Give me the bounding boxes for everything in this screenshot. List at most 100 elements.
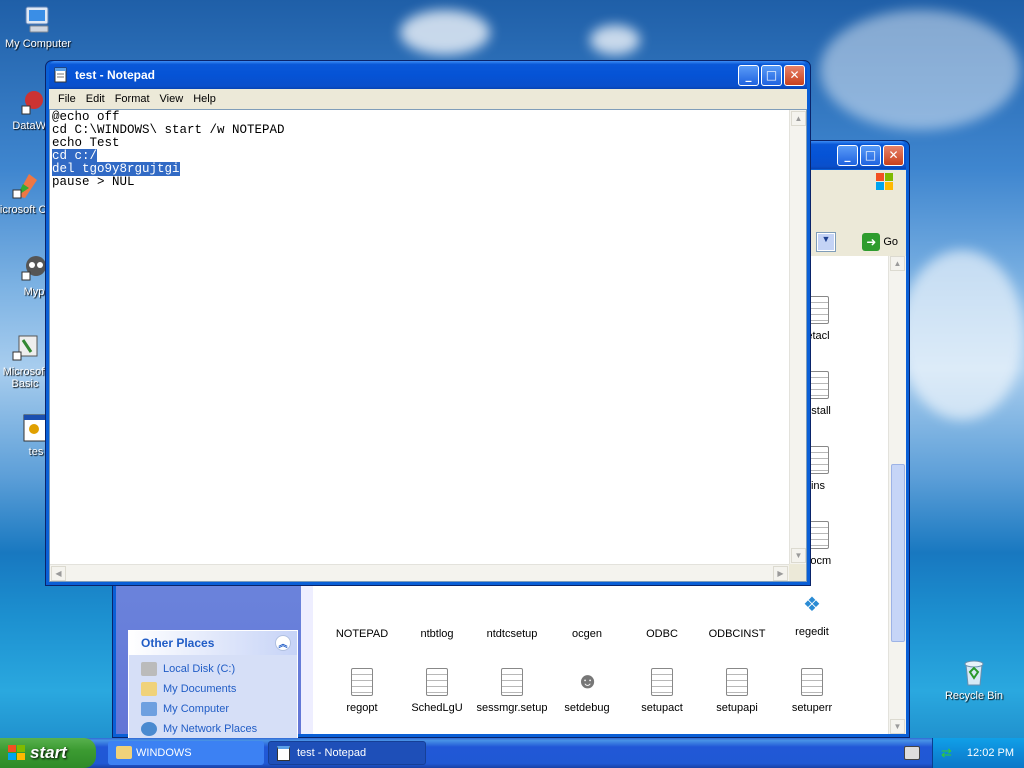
address-dropdown[interactable]: ▼ bbox=[816, 232, 836, 252]
other-places-header[interactable]: Other Places ︽ bbox=[129, 631, 297, 655]
editor-text: pause > NUL bbox=[52, 175, 135, 189]
scroll-thumb[interactable] bbox=[891, 464, 905, 642]
desktop-icon-label: Myp bbox=[23, 286, 45, 298]
menu-bar: File Edit Format View Help bbox=[49, 89, 807, 109]
visual-basic-icon bbox=[12, 335, 38, 361]
recycle-bin-icon bbox=[964, 660, 984, 686]
menu-help[interactable]: Help bbox=[188, 93, 221, 105]
network-tray-icon[interactable]: ⇄ bbox=[941, 745, 957, 761]
link-local-disk[interactable]: Local Disk (C:) bbox=[129, 659, 297, 679]
taskbar-item-notepad[interactable]: test - Notepad bbox=[268, 741, 426, 765]
windows-flag-icon bbox=[8, 745, 25, 760]
teddy-bear-icon: ☻ bbox=[576, 668, 600, 693]
desktop-icon-my-computer[interactable]: My Computer bbox=[0, 4, 76, 50]
scroll-up-button[interactable]: ▲ bbox=[791, 111, 806, 126]
desktop-icon-recycle-bin[interactable]: Recycle Bin bbox=[936, 656, 1012, 702]
file-item[interactable]: ocgen bbox=[548, 628, 626, 640]
start-button[interactable]: start bbox=[0, 738, 96, 768]
menu-format[interactable]: Format bbox=[110, 93, 155, 105]
file-item[interactable]: NOTEPAD bbox=[323, 628, 401, 640]
editor-vertical-scrollbar[interactable]: ▲ ▼ bbox=[789, 110, 806, 564]
text-file-icon bbox=[651, 668, 673, 696]
text-file-icon bbox=[426, 668, 448, 696]
explorer-vertical-scrollbar[interactable]: ▲ ▼ bbox=[888, 256, 906, 734]
text-file-icon bbox=[351, 668, 373, 696]
file-item[interactable]: ☻ setdebug bbox=[548, 668, 626, 714]
desktop-icon-label: tes bbox=[28, 446, 44, 458]
start-label: start bbox=[30, 743, 67, 762]
selected-text: del tgo9y8rgujtgi bbox=[52, 162, 180, 176]
go-button[interactable]: ➜ Go bbox=[862, 232, 898, 252]
file-item[interactable]: setupapi bbox=[698, 668, 776, 714]
go-arrow-icon: ➜ bbox=[862, 233, 881, 251]
desktop-icon-label: Recycle Bin bbox=[944, 690, 1004, 702]
go-label: Go bbox=[883, 236, 898, 248]
notepad-titlebar[interactable]: test - Notepad _ □ ✕ bbox=[49, 61, 807, 89]
other-places-title: Other Places bbox=[141, 636, 215, 650]
close-button[interactable]: ✕ bbox=[784, 64, 805, 86]
link-label: Local Disk (C:) bbox=[163, 663, 236, 675]
editor-content[interactable]: @echo off cd C:\WINDOWS\ start /w NOTEPA… bbox=[50, 110, 806, 190]
notepad-icon bbox=[277, 746, 290, 761]
file-item[interactable]: setuperr bbox=[773, 668, 851, 714]
scroll-left-button[interactable]: ◀ bbox=[51, 566, 66, 581]
file-item[interactable]: ntbtlog bbox=[398, 628, 476, 640]
link-label: My Computer bbox=[163, 703, 230, 715]
minimize-button[interactable]: _ bbox=[837, 144, 858, 166]
scroll-right-button[interactable]: ▶ bbox=[773, 566, 788, 581]
cloud bbox=[820, 10, 1020, 130]
text-editor[interactable]: @echo off cd C:\WINDOWS\ start /w NOTEPA… bbox=[49, 109, 807, 582]
link-label: My Network Places bbox=[163, 723, 258, 735]
link-my-network-places[interactable]: My Network Places bbox=[129, 719, 297, 739]
file-item[interactable]: sessmgr.setup bbox=[473, 668, 551, 714]
task-label: WINDOWS bbox=[136, 747, 192, 759]
text-file-icon bbox=[501, 668, 523, 696]
notepad-icon bbox=[54, 67, 67, 83]
desktop-icon-label: Microsoft Basic bbox=[2, 366, 48, 390]
file-item[interactable]: regopt bbox=[323, 668, 401, 714]
system-tray: ⇄ 12:02 PM bbox=[932, 738, 1024, 768]
link-my-computer[interactable]: My Computer bbox=[129, 699, 297, 719]
registry-icon: ❖ bbox=[803, 594, 821, 616]
desktop-icon-label: My Computer bbox=[4, 38, 72, 50]
visual-studio-icon bbox=[12, 174, 37, 199]
resize-grip[interactable] bbox=[789, 564, 806, 581]
file-item[interactable]: ODBCINST bbox=[698, 628, 776, 640]
application-icon bbox=[21, 91, 43, 115]
window-title: test - Notepad bbox=[75, 68, 156, 82]
scroll-down-button[interactable]: ▼ bbox=[890, 719, 905, 734]
clock[interactable]: 12:02 PM bbox=[967, 747, 1014, 759]
network-icon bbox=[141, 722, 157, 736]
keyboard-icon[interactable] bbox=[904, 746, 920, 760]
cloud bbox=[400, 10, 490, 55]
link-label: My Documents bbox=[163, 683, 237, 695]
cloud bbox=[590, 25, 640, 55]
file-item[interactable]: setupact bbox=[623, 668, 701, 714]
editor-horizontal-scrollbar[interactable]: ◀ ▶ bbox=[50, 564, 789, 581]
windows-logo-icon bbox=[872, 170, 902, 196]
scroll-up-button[interactable]: ▲ bbox=[890, 256, 905, 271]
minimize-button[interactable]: _ bbox=[738, 64, 759, 86]
computer-icon bbox=[141, 702, 157, 716]
chevron-down-icon: ▼ bbox=[818, 234, 834, 250]
file-item[interactable]: ❖ regedit bbox=[773, 592, 851, 638]
scroll-down-button[interactable]: ▼ bbox=[791, 548, 806, 563]
file-item[interactable]: ODBC bbox=[623, 628, 701, 640]
drive-icon bbox=[141, 662, 157, 676]
menu-edit[interactable]: Edit bbox=[81, 93, 110, 105]
file-item[interactable]: ntdtcsetup bbox=[473, 628, 551, 640]
taskbar: start WINDOWS test - Notepad ⇄ 12:02 PM bbox=[0, 738, 1024, 768]
maximize-button[interactable]: □ bbox=[860, 144, 881, 166]
text-file-icon bbox=[726, 668, 748, 696]
file-item[interactable]: SchedLgU bbox=[398, 668, 476, 714]
folder-icon bbox=[141, 682, 157, 696]
cloud bbox=[900, 250, 1024, 420]
notepad-window[interactable]: test - Notepad _ □ ✕ File Edit Format Vi… bbox=[45, 60, 811, 586]
maximize-button[interactable]: □ bbox=[761, 64, 782, 86]
taskbar-item-windows[interactable]: WINDOWS bbox=[108, 741, 264, 765]
collapse-chevron-icon[interactable]: ︽ bbox=[275, 635, 291, 651]
link-my-documents[interactable]: My Documents bbox=[129, 679, 297, 699]
menu-view[interactable]: View bbox=[155, 93, 189, 105]
close-button[interactable]: ✕ bbox=[883, 144, 904, 166]
menu-file[interactable]: File bbox=[53, 93, 81, 105]
